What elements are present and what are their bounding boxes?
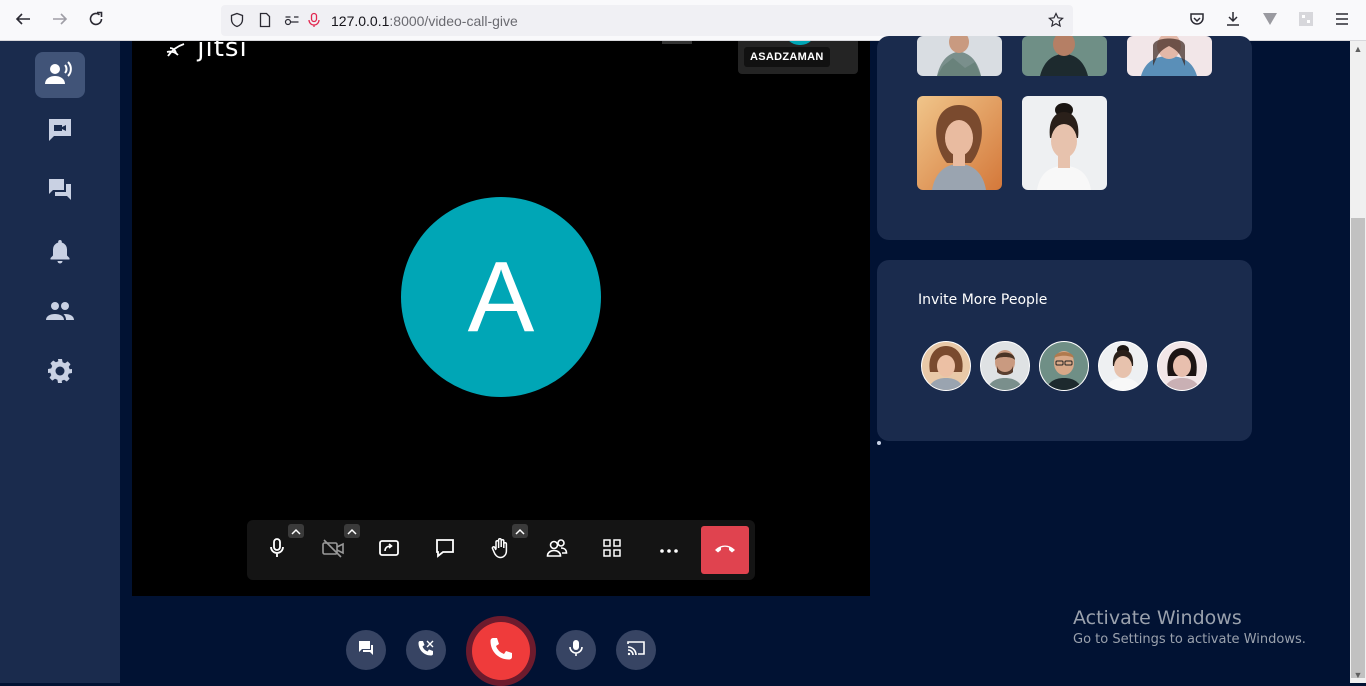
jitsi-toolbar: [247, 520, 755, 580]
sidebar-item-notifications[interactable]: [35, 230, 85, 276]
hand-icon: [490, 537, 512, 564]
participant-photo[interactable]: [1127, 36, 1212, 76]
pocket-icon[interactable]: [1187, 10, 1207, 30]
top-indicator-bar: [662, 41, 692, 44]
invite-avatar[interactable]: [1039, 341, 1089, 391]
bell-icon: [48, 238, 72, 269]
sidebar-item-settings[interactable]: [35, 350, 85, 396]
reactions-options-caret[interactable]: [512, 524, 528, 538]
menu-hamburger-icon[interactable]: [1332, 10, 1352, 30]
chat-control-button[interactable]: [346, 630, 386, 670]
participant-photo[interactable]: [1022, 96, 1107, 190]
watermark-title: Activate Windows: [1073, 607, 1242, 629]
microphone-options-caret[interactable]: [288, 524, 304, 538]
invite-title: Invite More People: [918, 292, 1048, 308]
share-screen-button[interactable]: [369, 530, 409, 570]
extension-grid-icon[interactable]: [1296, 10, 1316, 30]
jitsi-logo: jitsi: [164, 41, 248, 63]
scroll-up-arrow-icon[interactable]: ▲: [1352, 44, 1364, 54]
sidebar-item-video-call[interactable]: [35, 52, 85, 98]
sidebar-item-video-chat[interactable]: [35, 109, 85, 155]
participant-photo[interactable]: [1022, 36, 1107, 76]
back-arrow-icon[interactable]: [13, 10, 33, 30]
chat-bubble-icon: [357, 639, 375, 662]
participant-photo[interactable]: [917, 36, 1002, 76]
url-path: :8000/video-call-give: [389, 13, 518, 29]
camera-options-caret[interactable]: [344, 524, 360, 538]
windows-activation-watermark: Activate Windows Go to Settings to activ…: [1073, 607, 1306, 647]
chat-button[interactable]: [425, 530, 465, 570]
microphone-icon: [568, 639, 584, 662]
watermark-subtitle: Go to Settings to activate Windows.: [1073, 632, 1306, 647]
gear-icon: [47, 358, 73, 389]
tile-view-icon: [602, 538, 622, 563]
decorative-dot: [877, 441, 881, 445]
participants-icon: [546, 538, 568, 563]
mute-button[interactable]: [556, 630, 596, 670]
scroll-down-arrow-icon[interactable]: ▼: [1352, 670, 1364, 680]
invite-avatar[interactable]: [980, 341, 1030, 391]
invite-avatar[interactable]: [1157, 341, 1207, 391]
tile-view-button[interactable]: [592, 530, 632, 570]
phone-disabled-icon: [417, 639, 435, 662]
more-dots-icon: [659, 541, 679, 559]
browser-toolbar: 127.0.0.1:8000/video-call-give: [0, 0, 1366, 41]
end-call-inner: [472, 622, 530, 680]
contact-speaking-icon: [45, 60, 75, 91]
end-call-button[interactable]: [466, 616, 536, 686]
forum-icon: [47, 177, 73, 208]
page-icon: [257, 12, 273, 28]
participant-photo[interactable]: [917, 96, 1002, 190]
microphone-permission-icon[interactable]: [306, 12, 322, 28]
cast-screen-button[interactable]: [616, 630, 656, 670]
invite-avatar[interactable]: [921, 341, 971, 391]
participants-button[interactable]: [537, 530, 577, 570]
extension-v-icon[interactable]: [1260, 10, 1280, 30]
downloads-icon[interactable]: [1223, 10, 1243, 30]
sidebar-item-contacts[interactable]: [35, 290, 85, 336]
chat-icon: [434, 537, 456, 564]
scrollbar-thumb[interactable]: [1351, 218, 1365, 678]
url-text: 127.0.0.1:8000/video-call-give: [331, 13, 518, 29]
bookmark-star-icon[interactable]: [1047, 12, 1065, 28]
reload-icon[interactable]: [86, 10, 106, 30]
jitsi-logo-text: jitsi: [197, 41, 248, 63]
forward-arrow-icon[interactable]: [50, 10, 70, 30]
sidebar: [0, 41, 120, 683]
leave-meeting-button[interactable]: [701, 526, 749, 574]
phone-icon: [488, 636, 514, 667]
permissions-icon[interactable]: [284, 12, 300, 28]
jitsi-video-frame: jitsi A ASADZAMAN A: [132, 41, 870, 596]
invite-avatar[interactable]: [1098, 341, 1148, 391]
cast-icon: [627, 640, 645, 661]
microphone-icon: [267, 537, 287, 564]
camera-off-icon: [321, 538, 345, 563]
url-host: 127.0.0.1: [331, 13, 390, 29]
participant-name-label: ASADZAMAN: [744, 47, 830, 67]
sidebar-item-messages[interactable]: [35, 169, 85, 215]
share-screen-icon: [378, 538, 400, 563]
people-icon: [46, 300, 74, 327]
participant-avatar: A: [401, 197, 601, 397]
more-actions-button[interactable]: [649, 530, 689, 570]
hangup-icon: [713, 541, 737, 559]
shield-icon[interactable]: [229, 12, 245, 28]
video-message-icon: [47, 117, 73, 148]
address-bar[interactable]: 127.0.0.1:8000/video-call-give: [221, 5, 1073, 36]
phone-toggle-button[interactable]: [406, 630, 446, 670]
